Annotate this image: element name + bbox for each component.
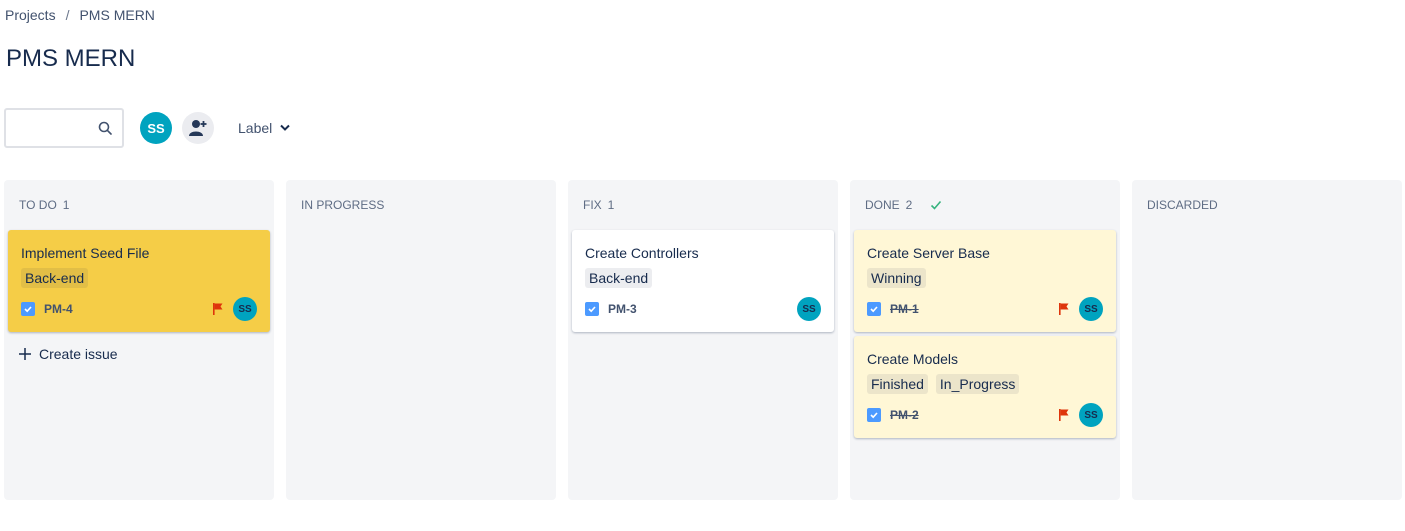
column-title: IN PROGRESS (301, 198, 385, 212)
checkbox-icon (867, 302, 881, 316)
checkbox-icon (585, 302, 599, 316)
search-box (4, 108, 124, 148)
issue-card[interactable]: Create Server Base Winning PM-1 SS (854, 230, 1116, 332)
search-icon (98, 121, 112, 135)
assignee-avatar[interactable]: SS (233, 297, 257, 321)
checkbox-icon (867, 408, 881, 422)
issue-labels: Back-end (585, 268, 821, 288)
column-header: IN PROGRESS (290, 180, 552, 230)
issue-card[interactable]: Create Controllers Back-end PM-3 SS (572, 230, 834, 332)
flag-icon (1059, 409, 1069, 421)
breadcrumb-separator: / (65, 7, 70, 23)
issue-title: Create Models (867, 351, 959, 367)
column-title: FIX (583, 198, 602, 212)
issue-labels: Back-end (21, 268, 257, 288)
issue-footer: PM-1 SS (867, 296, 1103, 322)
column-header: TO DO 1 (8, 180, 270, 230)
issue-title: Create Controllers (585, 245, 699, 261)
issue-title: Create Server Base (867, 245, 990, 261)
assignee-avatar[interactable]: SS (1079, 297, 1103, 321)
breadcrumb-current-link[interactable]: PMS MERN (79, 7, 154, 23)
column-in-progress: IN PROGRESS (286, 180, 556, 500)
kanban-board: TO DO 1 Implement Seed File Back-end PM-… (4, 180, 1402, 500)
label-filter-text: Label (238, 120, 273, 136)
page-title: PMS MERN (6, 45, 136, 72)
issue-label: Winning (867, 268, 926, 288)
issue-key[interactable]: PM-2 (890, 408, 919, 422)
column-title: DONE (865, 198, 900, 212)
column-count: 1 (607, 198, 615, 212)
issue-key[interactable]: PM-3 (608, 302, 637, 316)
user-avatar-filter[interactable]: SS (140, 112, 172, 144)
label-filter-dropdown[interactable]: Label (238, 120, 290, 136)
assignee-avatar[interactable]: SS (797, 297, 821, 321)
checkbox-icon (21, 302, 35, 316)
column-count: 1 (62, 198, 70, 212)
issue-footer: PM-4 SS (21, 296, 257, 322)
issue-label: Back-end (585, 268, 653, 288)
plus-icon (19, 348, 31, 360)
column-discarded: DISCARDED (1132, 180, 1402, 500)
create-issue-label: Create issue (39, 346, 118, 362)
issue-label: Back-end (21, 268, 89, 288)
issue-labels: Finished In_Progress (867, 374, 1103, 394)
flag-icon (1059, 303, 1069, 315)
add-user-icon (189, 120, 207, 136)
column-fix: FIX 1 Create Controllers Back-end PM-3 S… (568, 180, 838, 500)
issue-label: Finished (867, 374, 928, 394)
column-done: DONE 2 Create Server Base Winning PM-1 S… (850, 180, 1120, 500)
issue-key[interactable]: PM-4 (44, 302, 73, 316)
issue-footer: PM-3 SS (585, 296, 821, 322)
breadcrumb: Projects / PMS MERN (5, 7, 155, 23)
add-user-button[interactable] (182, 112, 214, 144)
issue-title: Implement Seed File (21, 245, 150, 261)
breadcrumb-projects-link[interactable]: Projects (5, 7, 56, 23)
issue-key[interactable]: PM-1 (890, 302, 919, 316)
issue-label: In_Progress (935, 374, 1020, 394)
column-header: FIX 1 (572, 180, 834, 230)
chevron-down-icon (280, 124, 290, 131)
column-title: DISCARDED (1147, 198, 1218, 212)
column-header: DISCARDED (1136, 180, 1398, 230)
flag-icon (213, 303, 223, 315)
issue-footer: PM-2 SS (867, 402, 1103, 428)
column-title: TO DO (19, 198, 57, 212)
board-toolbar: SS Label (4, 108, 290, 148)
column-count: 2 (905, 198, 913, 212)
check-icon (931, 200, 942, 210)
issue-card[interactable]: Create Models Finished In_Progress PM-2 … (854, 336, 1116, 438)
issue-card[interactable]: Implement Seed File Back-end PM-4 SS (8, 230, 270, 332)
create-issue-button[interactable]: Create issue (8, 336, 270, 362)
column-todo: TO DO 1 Implement Seed File Back-end PM-… (4, 180, 274, 500)
assignee-avatar[interactable]: SS (1079, 403, 1103, 427)
search-input[interactable] (6, 110, 94, 146)
column-header: DONE 2 (854, 180, 1116, 230)
issue-labels: Winning (867, 268, 1103, 288)
